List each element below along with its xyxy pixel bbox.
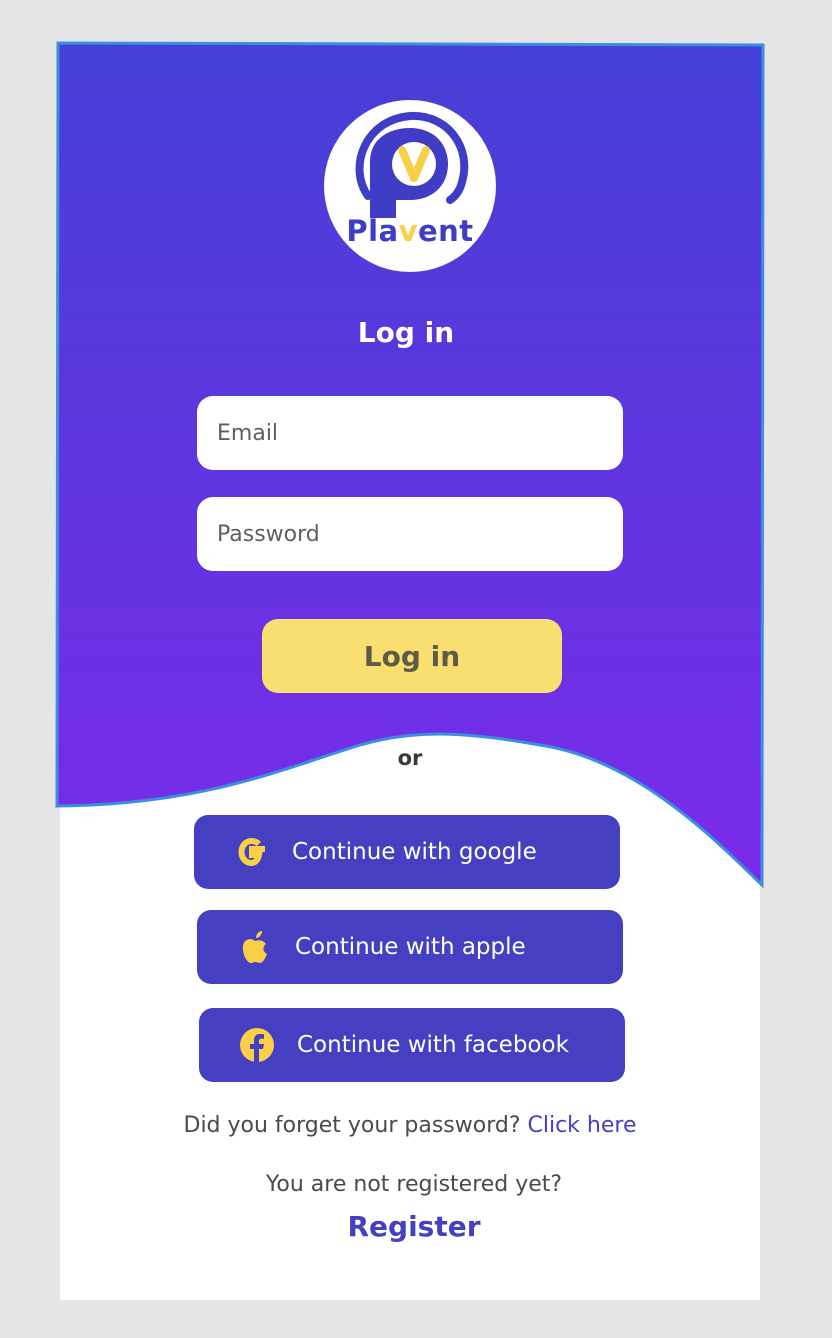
forgot-password-link[interactable]: Click here <box>528 1113 637 1138</box>
apple-login-button[interactable]: Continue with apple <box>197 910 623 984</box>
google-login-button[interactable]: Continue with google <box>194 815 620 889</box>
facebook-button-label: Continue with facebook <box>297 1032 569 1058</box>
password-input[interactable] <box>197 497 623 571</box>
page-title: Log in <box>357 316 455 349</box>
logo-wordmark: Plavent <box>346 214 474 248</box>
apple-button-label: Continue with apple <box>295 934 526 960</box>
not-registered-text: You are not registered yet? <box>265 1172 563 1197</box>
apple-icon <box>242 931 267 963</box>
facebook-login-button[interactable]: Continue with facebook <box>199 1008 625 1082</box>
google-icon <box>238 837 265 867</box>
login-button[interactable]: Log in <box>262 619 562 693</box>
or-divider: or <box>397 746 423 770</box>
register-link[interactable]: Register <box>60 1210 768 1243</box>
email-input[interactable] <box>197 396 623 470</box>
google-button-label: Continue with google <box>292 839 537 865</box>
forgot-password-text: Did you forget your password? <box>183 1113 521 1138</box>
facebook-icon <box>240 1028 274 1062</box>
plavent-logo: Plavent <box>324 100 496 272</box>
forgot-password-row: Did you forget your password? Click here <box>60 1113 760 1138</box>
